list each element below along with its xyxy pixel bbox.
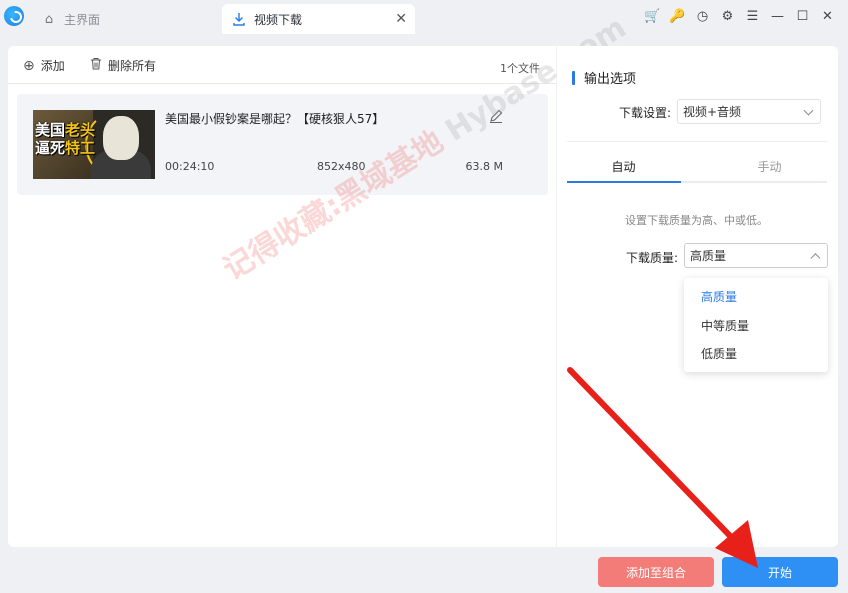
tab-manual[interactable]: 手动 bbox=[713, 158, 826, 175]
close-tab-icon[interactable]: ✕ bbox=[395, 11, 407, 27]
list-item[interactable]: 美国老头 逼死特工 美国最小假钞案是哪起？【硬核狠人57】 00:24:10 8… bbox=[17, 94, 548, 195]
trash-icon bbox=[90, 57, 102, 74]
file-list-panel: ⊕ 添加 删除所有 1个文件 美国老头 逼死特工 美国最小假钞案是哪起？【硬核狠… bbox=[8, 10, 632, 547]
video-thumbnail: 美国老头 逼死特工 bbox=[33, 110, 155, 179]
quality-option-high[interactable]: 高质量 bbox=[684, 283, 828, 312]
quality-option-low[interactable]: 低质量 bbox=[684, 340, 828, 369]
add-button-label: 添加 bbox=[40, 59, 65, 73]
thumbnail-caption-line2: 逼死特工 bbox=[35, 139, 96, 157]
minimize-icon[interactable]: — bbox=[765, 6, 790, 26]
quality-value: 高质量 bbox=[690, 249, 727, 263]
download-setting-select[interactable]: 视频+音频 bbox=[677, 99, 821, 124]
tabs-underline bbox=[567, 181, 827, 183]
tab-video-download-label: 视频下载 bbox=[254, 12, 303, 27]
quality-dropdown: 高质量 中等质量 低质量 bbox=[684, 278, 828, 372]
video-resolution: 852x480 bbox=[317, 160, 366, 173]
menu-icon[interactable]: ☰ bbox=[740, 6, 765, 26]
window-controls: 🛒 🔑 ◷ ⚙ ☰ — ☐ ✕ bbox=[640, 6, 840, 26]
title-bar: ⌂ 主界面 视频下载 ✕ 🛒 🔑 ◷ ⚙ ☰ — ☐ ✕ bbox=[0, 0, 848, 38]
start-button[interactable]: 开始 bbox=[722, 557, 838, 587]
file-toolbar: ⊕ 添加 删除所有 1个文件 bbox=[8, 46, 556, 84]
download-setting-value: 视频+音频 bbox=[683, 105, 742, 119]
maximize-icon[interactable]: ☐ bbox=[790, 6, 815, 26]
file-count: 1个文件 bbox=[500, 62, 540, 75]
app-logo bbox=[4, 6, 24, 26]
gear-icon[interactable]: ⚙ bbox=[715, 6, 740, 26]
video-duration: 00:24:10 bbox=[165, 160, 215, 173]
quality-hint: 设置下载质量为高、中或低。 bbox=[625, 214, 768, 227]
history-icon[interactable]: ◷ bbox=[690, 6, 715, 26]
output-options-title: 输出选项 bbox=[572, 68, 636, 87]
tab-home[interactable]: ⌂ 主界面 bbox=[36, 4, 216, 34]
download-icon bbox=[232, 12, 246, 26]
divider bbox=[567, 141, 827, 142]
quality-option-medium[interactable]: 中等质量 bbox=[684, 312, 828, 341]
close-window-icon[interactable]: ✕ bbox=[815, 6, 840, 26]
cart-icon[interactable]: 🛒 bbox=[640, 6, 665, 26]
output-options-panel: 输出选项 下载设置: 视频+音频 自动 手动 设置下载质量为高、中或低。 下载质… bbox=[557, 46, 838, 547]
quality-select[interactable]: 高质量 bbox=[684, 243, 828, 268]
key-icon[interactable]: 🔑 bbox=[665, 6, 690, 26]
chevron-down-icon bbox=[803, 105, 814, 116]
video-title: 美国最小假钞案是哪起？【硬核狠人57】 bbox=[165, 112, 385, 126]
delete-all-button[interactable]: 删除所有 bbox=[90, 57, 156, 74]
tab-home-label: 主界面 bbox=[64, 12, 101, 27]
home-icon: ⌂ bbox=[44, 11, 54, 27]
tab-auto[interactable]: 自动 bbox=[567, 158, 680, 175]
download-setting-label: 下载设置: bbox=[619, 106, 672, 120]
thumbnail-caption-line1: 美国老头 bbox=[35, 121, 96, 139]
plus-circle-icon: ⊕ bbox=[23, 57, 35, 74]
add-to-combination-button[interactable]: 添加至组合 bbox=[598, 557, 714, 587]
tab-video-download[interactable]: 视频下载 ✕ bbox=[222, 4, 415, 34]
delete-all-label: 删除所有 bbox=[108, 59, 157, 73]
video-size: 63.8 M bbox=[465, 160, 503, 173]
quality-label: 下载质量: bbox=[626, 251, 679, 265]
chevron-up-icon bbox=[810, 252, 821, 263]
add-button[interactable]: ⊕ 添加 bbox=[23, 57, 65, 74]
pencil-icon[interactable] bbox=[489, 109, 503, 127]
